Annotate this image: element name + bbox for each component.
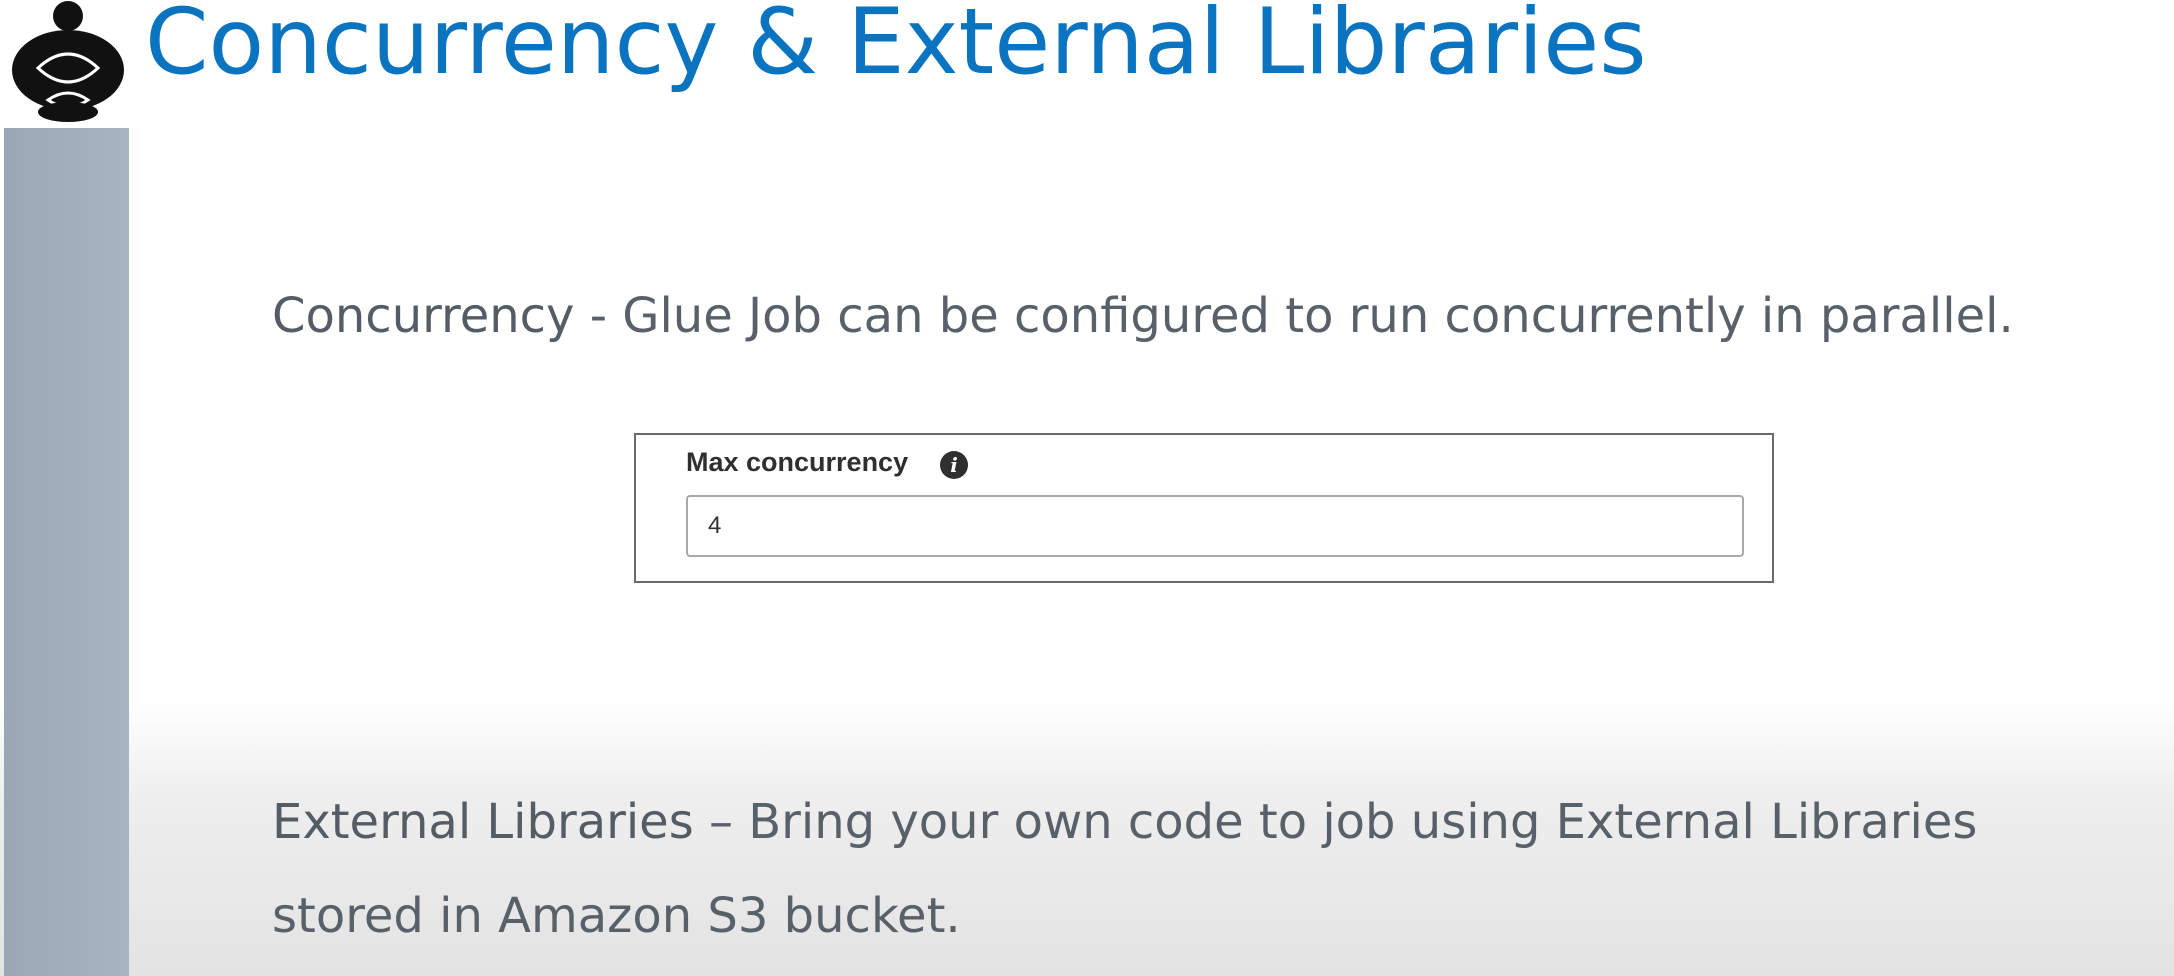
concurrency-term: Concurrency xyxy=(272,288,575,344)
external-libraries-line-2: stored in Amazon S3 bucket. xyxy=(272,888,961,944)
external-libraries-description: – Bring your own code to job using Exter… xyxy=(693,794,1978,850)
max-concurrency-panel: Max concurrency i xyxy=(634,433,1774,583)
info-icon[interactable]: i xyxy=(940,451,968,479)
max-concurrency-label: Max concurrency xyxy=(686,447,909,477)
slide-sidebar-bar xyxy=(4,128,129,976)
logo-icon xyxy=(12,1,124,122)
slide-title: Concurrency & External Libraries xyxy=(145,0,1647,95)
concurrency-line: Concurrency - Glue Job can be configured… xyxy=(272,288,2014,344)
concurrency-description: - Glue Job can be configured to run conc… xyxy=(574,288,2014,344)
external-libraries-term: External Libraries xyxy=(272,794,694,850)
external-libraries-line: External Libraries – Bring your own code… xyxy=(272,794,1977,850)
max-concurrency-input[interactable] xyxy=(686,495,1744,557)
